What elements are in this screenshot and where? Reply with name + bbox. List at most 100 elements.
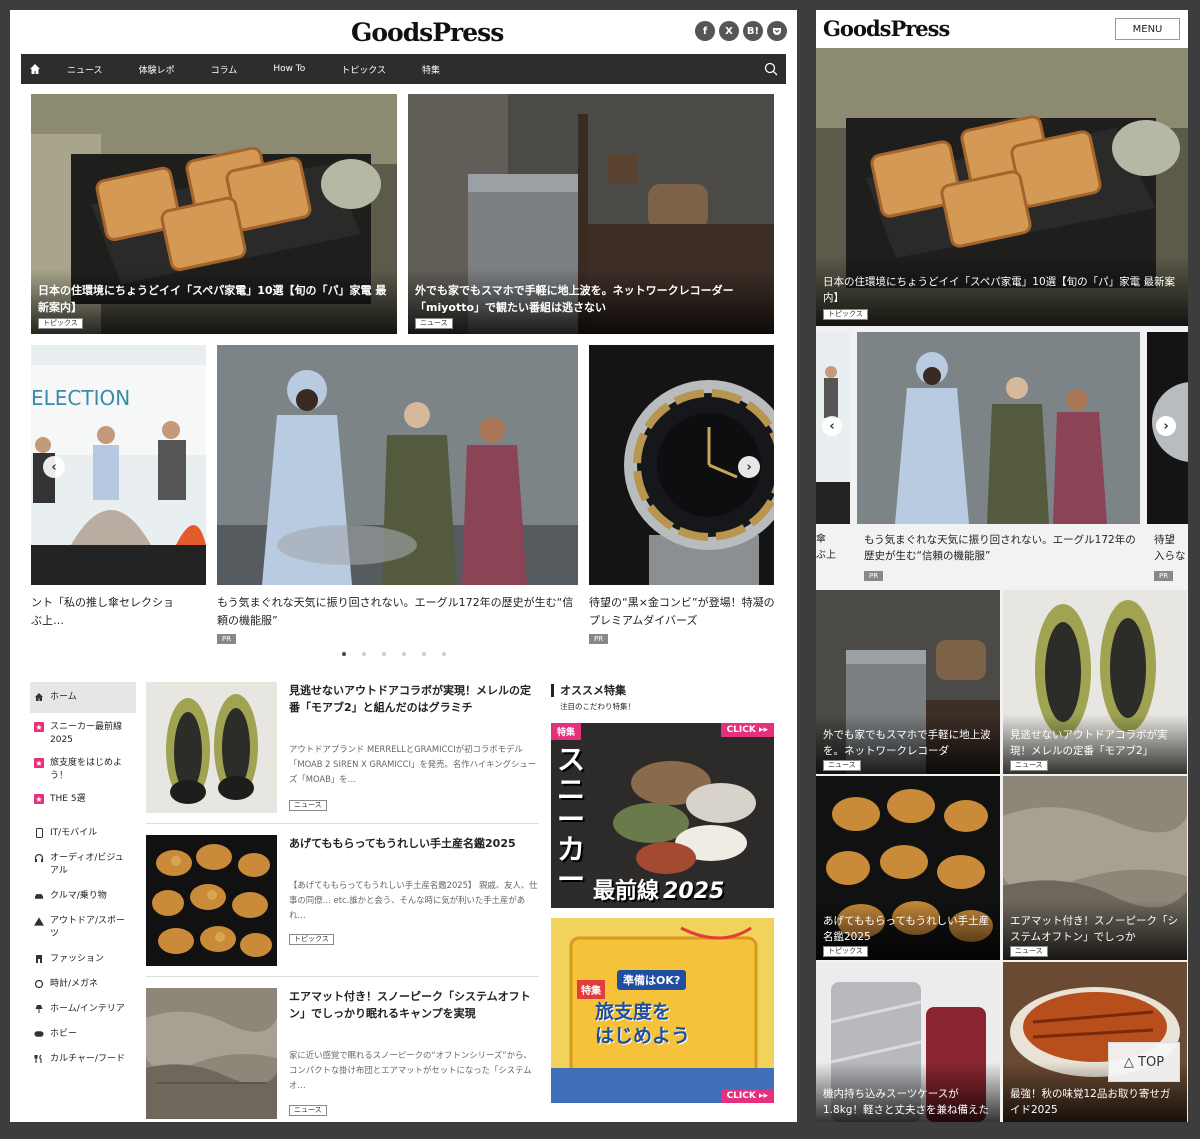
hero-article-2[interactable]: 外でも家でもスマホで手軽に地上波を。ネットワークレコーダー「miyotto」で観… <box>408 94 774 334</box>
carousel-prev-button[interactable]: ‹ <box>822 416 842 436</box>
sidebar-item-hobby[interactable]: ホビー <box>30 1022 136 1047</box>
category-tag[interactable]: トピックス <box>823 309 868 320</box>
article-title[interactable]: 見逃せないアウトドアコラボが実現！メレルの定番「モアブ2」 <box>1010 727 1180 759</box>
carousel-dot[interactable] <box>362 652 366 656</box>
nav-item-news[interactable]: ニュース <box>49 63 121 76</box>
feature-bookmark-icon: ★ <box>34 722 44 732</box>
nav-item-topics[interactable]: トピックス <box>323 63 404 76</box>
watch-icon <box>34 979 44 989</box>
mobile-carousel-slide[interactable] <box>857 332 1140 524</box>
article-thumbnail[interactable] <box>146 835 277 966</box>
article-title[interactable]: あげてももらってもうれしい手土産名鑑2025 <box>289 835 539 852</box>
mobile-article-tile[interactable]: 外でも家でもスマホで手軽に地上波を。ネットワークレコーダ ニュース <box>816 590 1000 774</box>
mobile-hero-article[interactable]: 日本の住環境にちょうどイイ「スペパ家電」10選【旬の「パ」家電 最新案内】 トピ… <box>816 48 1188 326</box>
divider <box>146 823 539 824</box>
carousel-dot[interactable] <box>442 652 446 656</box>
article-title[interactable]: あげてももらってもうれしい手土産名鑑2025 <box>823 913 993 945</box>
sidebar-item-culture[interactable]: カルチャー/フード <box>30 1047 136 1072</box>
banner-ribbon: 準備はOK? <box>617 970 687 990</box>
mobile-article-tile[interactable]: エアマット付き！スノーピーク「システムオフトン」でしっか ニュース <box>1003 776 1187 960</box>
hero-article-1[interactable]: 日本の住環境にちょうどイイ「スペパ家電」10選【旬の「パ」家電 最新案内】 トピ… <box>31 94 397 334</box>
facebook-icon[interactable]: f <box>695 21 715 41</box>
article-title[interactable]: 最強！秋の味覚12品お取り寄せガイド2025 <box>1010 1086 1180 1118</box>
feature-bookmark-icon: ★ <box>34 794 44 804</box>
sidebar-item-home[interactable]: ホーム <box>30 682 136 713</box>
site-logo[interactable]: GoodsPress <box>823 16 950 41</box>
carousel-caption[interactable]: もう気まぐれな天気に振り回されない。エーグル172年の歴史が生む“信頼の機能服” <box>217 594 583 630</box>
category-tag[interactable]: トピックス <box>289 934 334 945</box>
nav-item-column[interactable]: コラム <box>193 63 256 76</box>
desktop-view: GoodsPress f X B! ニュース 体験レポ コラム How To ト… <box>10 10 797 1122</box>
category-tag[interactable]: ニュース <box>415 318 453 329</box>
tent-icon <box>34 916 44 926</box>
article-title[interactable]: 機内持ち込みスーツケースが1.8kg！軽さと丈夫さを兼ね備えた <box>823 1086 993 1118</box>
hero-title[interactable]: 日本の住環境にちょうどイイ「スペパ家電」10選【旬の「パ」家電 最新案内】 <box>38 282 390 316</box>
sidebar-item-travel[interactable]: ★ 旅支度をはじめよう！ <box>30 752 136 788</box>
article-title[interactable]: エアマット付き！スノーピーク「システムオフトン」でしっかり眠れるキャンプを実現 <box>289 988 539 1022</box>
carousel-slide-aigle[interactable] <box>217 345 578 585</box>
hatena-bookmark-icon[interactable]: B! <box>743 21 763 41</box>
carousel-pagination <box>342 652 446 656</box>
sidebar-item-the5[interactable]: ★ THE 5選 <box>30 788 136 811</box>
sidebar-item-fashion[interactable]: ファッション <box>30 947 136 972</box>
article-thumbnail[interactable] <box>146 988 277 1119</box>
hero-title[interactable]: 外でも家でもスマホで手軽に地上波を。ネットワークレコーダー「miyotto」で観… <box>415 282 767 316</box>
article-excerpt: アウトドアブランド MERRELLとGRAMICCIが初コラボモデル「MOAB … <box>289 744 537 784</box>
article-thumbnail[interactable] <box>146 682 277 813</box>
sidebar-item-interior[interactable]: ホーム/インテリア <box>30 997 136 1022</box>
carousel-prev-button[interactable]: ‹ <box>43 456 65 478</box>
category-tag[interactable]: ニュース <box>1010 946 1048 957</box>
feature-badge: 特集 <box>551 723 582 740</box>
utensils-icon <box>34 1054 44 1064</box>
category-tag[interactable]: ニュース <box>289 800 327 811</box>
home-icon <box>34 692 44 702</box>
carousel-caption[interactable]: ント「私の推し傘セレクショ ぶ上… <box>31 594 206 630</box>
category-tag[interactable]: ニュース <box>289 1105 327 1116</box>
feature-banner-sneaker[interactable]: 特集 CLICK ▸▸ スニーカー 最前線 2025 <box>551 723 774 908</box>
nav-item-report[interactable]: 体験レポ <box>121 63 193 76</box>
mobile-article-tile[interactable]: 機内持ち込みスーツケースが1.8kg！軽さと丈夫さを兼ね備えた <box>816 962 1000 1122</box>
menu-button[interactable]: MENU <box>1115 18 1180 40</box>
carousel-dot[interactable] <box>422 652 426 656</box>
search-icon[interactable] <box>756 54 786 84</box>
article-title[interactable]: 見逃せないアウトドアコラボが実現！メレルの定番「モアブ2」と組んだのはグラミチ <box>289 682 539 716</box>
mobile-article-tile[interactable]: 見逃せないアウトドアコラボが実現！メレルの定番「モアブ2」 ニュース <box>1003 590 1187 774</box>
category-tag[interactable]: トピックス <box>38 318 83 329</box>
hero-title[interactable]: 日本の住環境にちょうどイイ「スペパ家電」10選【旬の「パ」家電 最新案内】 <box>823 274 1181 306</box>
category-tag[interactable]: トピックス <box>823 946 868 957</box>
pocket-icon[interactable] <box>767 21 787 41</box>
nav-item-feature[interactable]: 特集 <box>404 63 458 76</box>
sidebar-item-outdoor[interactable]: アウトドア/スポーツ <box>30 909 136 947</box>
feature-banner-travel[interactable]: 特集 準備はOK? 旅支度を はじめよう CLICK ▸▸ <box>551 918 774 1103</box>
carousel-caption[interactable]: 傘ぶ上 <box>816 532 850 564</box>
article-excerpt: 家に近い感覚で眠れるスノーピークの“オフトンシリーズ”から、コンパクトな掛け布団… <box>289 1050 532 1090</box>
home-icon[interactable] <box>21 54 49 84</box>
sidebar-item-audio[interactable]: オーディオ/ビジュアル <box>30 846 136 884</box>
carousel-caption[interactable]: 待望 入らな <box>1154 532 1188 564</box>
carousel-dot[interactable] <box>382 652 386 656</box>
carousel-caption[interactable]: もう気まぐれな天気に振り回されない。エーグル172年の歴史が生む“信頼の機能服” <box>864 532 1144 564</box>
lamp-icon <box>34 1004 44 1014</box>
mobile-article-tile[interactable]: あげてももらってもうれしい手土産名鑑2025 トピックス <box>816 776 1000 960</box>
sidebar-item-sneaker[interactable]: ★ スニーカー最前線2025 <box>30 716 136 752</box>
banner-headline: スニーカー <box>557 743 586 896</box>
category-tag[interactable]: ニュース <box>823 760 861 771</box>
site-logo[interactable]: GoodsPress <box>351 18 504 47</box>
back-to-top-button[interactable]: △ TOP <box>1108 1042 1180 1082</box>
article-title[interactable]: 外でも家でもスマホで手軽に地上波を。ネットワークレコーダ <box>823 727 993 759</box>
carousel-dot[interactable] <box>342 652 346 656</box>
carousel-next-button[interactable]: › <box>1156 416 1176 436</box>
carousel-dot[interactable] <box>402 652 406 656</box>
x-icon[interactable]: X <box>719 21 739 41</box>
sidebar-item-watch[interactable]: 時計/メガネ <box>30 972 136 997</box>
carousel-next-button[interactable]: › <box>738 456 760 478</box>
sidebar-item-car[interactable]: クルマ/乗り物 <box>30 884 136 909</box>
nav-item-howto[interactable]: How To <box>255 64 323 74</box>
article-title[interactable]: エアマット付き！スノーピーク「システムオフトン」でしっか <box>1010 913 1180 945</box>
gamepad-icon <box>34 1029 44 1039</box>
click-badge: CLICK ▸▸ <box>720 1089 774 1103</box>
sidebar-item-it[interactable]: IT/モバイル <box>30 821 136 846</box>
carousel-caption[interactable]: 待望の“黒×金コンビ”が登場！特凝のプレミアムダイバーズ <box>589 594 779 630</box>
category-tag[interactable]: ニュース <box>1010 760 1048 771</box>
social-links: f X B! <box>695 21 787 41</box>
